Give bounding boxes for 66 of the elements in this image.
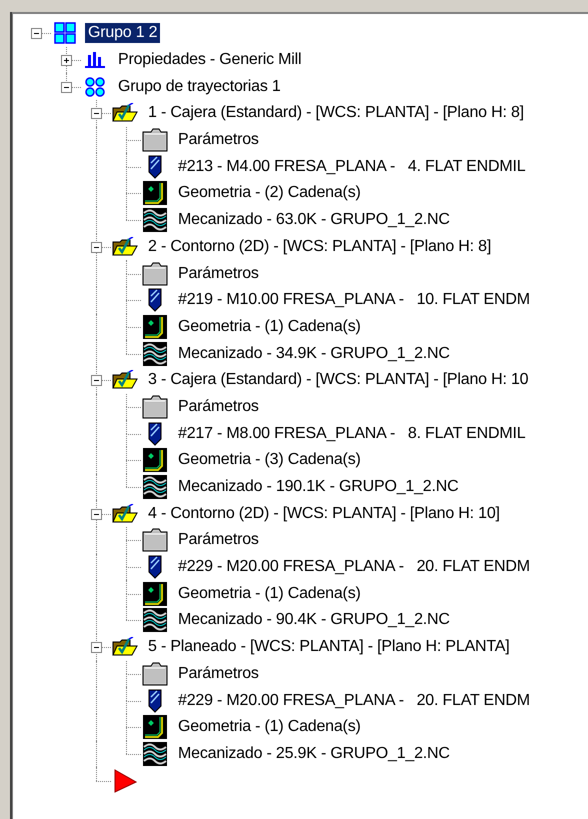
folder-check-icon xyxy=(112,637,138,658)
folder-icon xyxy=(142,662,168,686)
plus-icon xyxy=(62,56,71,66)
expander[interactable] xyxy=(61,55,72,66)
tree-item[interactable]: Parámetros xyxy=(175,130,262,150)
waves-icon xyxy=(143,475,167,500)
expander[interactable] xyxy=(91,375,102,386)
tree-item[interactable]: Geometria - (1) Cadena(s) xyxy=(175,584,364,604)
folder-check-icon xyxy=(112,236,138,257)
geometry-icon xyxy=(143,314,167,339)
tree-item[interactable]: Parámetros xyxy=(175,664,262,684)
tree-item[interactable]: Mecanizado - 190.1K - GRUPO_1_2.NC xyxy=(175,477,462,498)
tree-item[interactable]: #217 - M8.00 FRESA_PLANA - 8. FLAT ENDMIL xyxy=(175,424,528,444)
geometry-icon xyxy=(143,715,167,740)
tree-item[interactable]: #229 - M20.00 FRESA_PLANA - 20. FLAT ENDM xyxy=(175,557,533,578)
geometry-icon xyxy=(143,448,167,472)
expander[interactable] xyxy=(31,28,42,40)
tree-item[interactable]: 3 - Cajera (Estandard) - [WCS: PLANTA] - [Plano H: 10 xyxy=(145,370,532,390)
end-mill-icon xyxy=(148,688,162,713)
tree-item[interactable]: Parámetros xyxy=(175,264,262,284)
end-mill-icon xyxy=(148,288,162,312)
tree-item[interactable]: 1 - Cajera (Estandard) - [WCS: PLANTA] - [Plano H: 8] xyxy=(145,103,527,124)
tree-item[interactable]: #229 - M20.00 FRESA_PLANA - 20. FLAT ENDM xyxy=(175,690,533,711)
waves-icon xyxy=(143,342,167,366)
end-mill-icon xyxy=(148,154,162,179)
geometry-icon xyxy=(143,181,167,206)
folder-check-icon xyxy=(112,504,138,524)
folder-icon xyxy=(142,528,168,552)
waves-icon xyxy=(143,208,167,232)
tree-item[interactable]: Mecanizado - 25.9K - GRUPO_1_2.NC xyxy=(175,744,453,764)
folder-check-icon xyxy=(112,103,138,124)
triangle-marker-icon[interactable] xyxy=(113,768,137,793)
tree-item[interactable]: Grupo 1 2 xyxy=(85,23,160,44)
end-mill-icon xyxy=(148,555,162,580)
tree-item[interactable]: Propiedades - Generic Mill xyxy=(115,50,304,70)
tree-item[interactable]: Geometria - (1) Cadena(s) xyxy=(175,316,364,337)
grid-icon xyxy=(54,22,76,44)
geometry-icon xyxy=(143,582,167,606)
tree-item[interactable]: 5 - Planeado - [WCS: PLANTA] - [Plano H: PLANTA] xyxy=(145,637,512,658)
circles-icon xyxy=(85,76,105,97)
tree-item[interactable]: 4 - Contorno (2D) - [WCS: PLANTA] - [Plano H: 10] xyxy=(145,504,503,524)
tree-item[interactable]: Parámetros xyxy=(175,396,262,417)
folder-icon xyxy=(142,262,168,286)
waves-icon xyxy=(143,608,167,632)
folder-icon xyxy=(142,128,168,152)
folder-icon xyxy=(142,394,168,419)
expander[interactable] xyxy=(91,508,102,520)
tree-item[interactable]: Geometria - (1) Cadena(s) xyxy=(175,717,364,738)
expander[interactable] xyxy=(91,642,102,654)
waves-icon xyxy=(143,742,167,766)
expander[interactable] xyxy=(91,108,102,120)
tree-item[interactable]: Mecanizado - 34.9K - GRUPO_1_2.NC xyxy=(175,344,453,364)
tree-item[interactable]: #213 - M4.00 FRESA_PLANA - 4. FLAT ENDMIL xyxy=(175,156,528,177)
bar-chart-icon xyxy=(85,52,105,68)
folder-check-icon xyxy=(112,370,138,390)
end-mill-icon xyxy=(148,422,162,446)
tree-item[interactable]: Mecanizado - 63.0K - GRUPO_1_2.NC xyxy=(175,210,453,230)
tree-item[interactable]: Grupo de trayectorias 1 xyxy=(115,76,284,97)
tree-item[interactable]: Parámetros xyxy=(175,530,262,550)
tree-item[interactable]: #219 - M10.00 FRESA_PLANA - 10. FLAT ENDM xyxy=(175,290,533,310)
tree-item[interactable]: Geometria - (3) Cadena(s) xyxy=(175,450,364,470)
tree-item[interactable]: Mecanizado - 90.4K - GRUPO_1_2.NC xyxy=(175,610,453,630)
tree-item[interactable]: Geometria - (2) Cadena(s) xyxy=(175,183,364,204)
expander[interactable] xyxy=(91,242,102,253)
tree-item[interactable]: 2 - Contorno (2D) - [WCS: PLANTA] - [Plano H: 8] xyxy=(145,236,494,257)
expander[interactable] xyxy=(61,82,72,93)
